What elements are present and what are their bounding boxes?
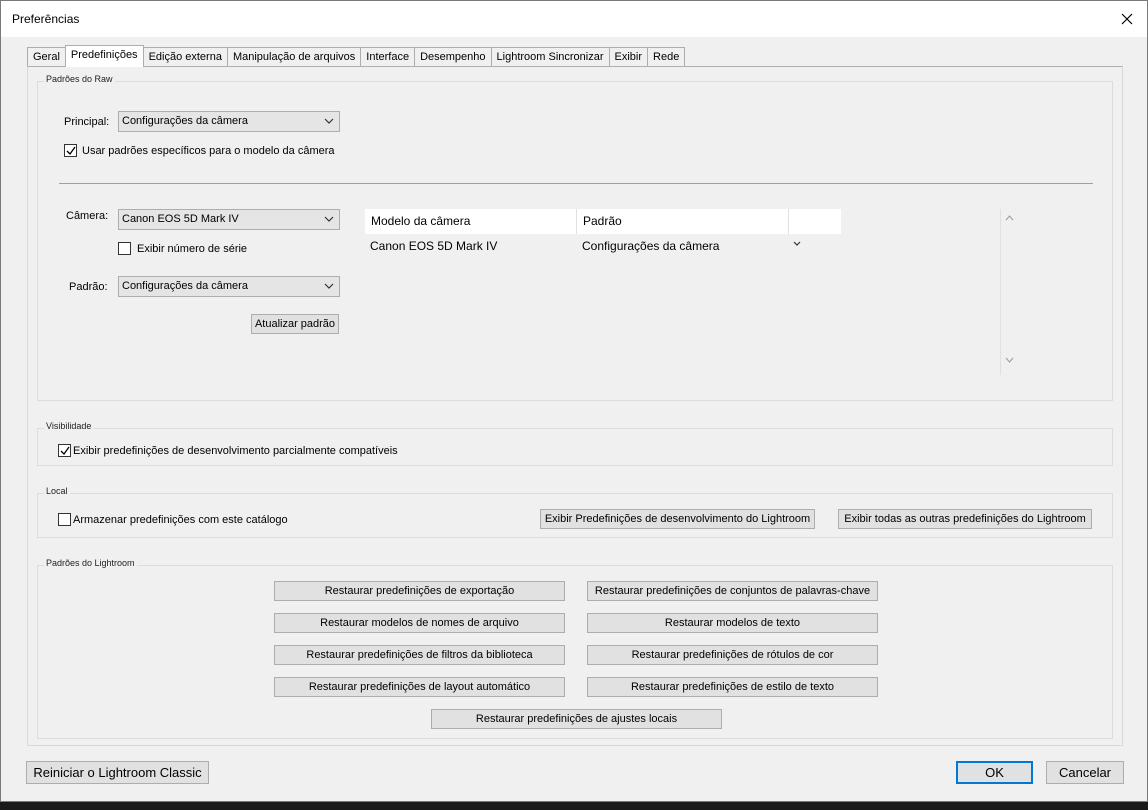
column-header-default[interactable]: Padrão [577, 209, 789, 234]
checkmark-icon [66, 146, 76, 156]
restart-lightroom-button[interactable]: Reiniciar o Lightroom Classic [26, 761, 209, 784]
tab-panel: Padrões do Raw Principal: Configurações … [27, 66, 1123, 746]
tab-edicao-externa[interactable]: Edição externa [143, 47, 227, 67]
scroll-up-icon[interactable] [1005, 215, 1014, 221]
restore-export-presets-button[interactable]: Restaurar predefinições de exportação [274, 581, 565, 601]
show-serial-checkbox[interactable] [118, 242, 131, 255]
table-scrollbar-track[interactable] [1000, 209, 1001, 375]
chevron-down-icon [324, 118, 334, 124]
restore-local-adjustments-button[interactable]: Restaurar predefinições de ajustes locai… [431, 709, 722, 729]
visibility-title: Visibilidade [44, 421, 94, 431]
chevron-down-icon[interactable] [793, 241, 801, 246]
camera-select-value: Canon EOS 5D Mark IV [122, 213, 239, 225]
restore-library-filters-button[interactable]: Restaurar predefinições de filtros da bi… [274, 645, 565, 665]
camera-specific-label: Usar padrões específicos para o modelo d… [82, 145, 335, 157]
tab-predefinicoes[interactable]: Predefinições [64, 45, 144, 67]
table-header: Modelo da câmera Padrão [365, 209, 841, 234]
lightroom-defaults-title: Padrões do Lightroom [44, 558, 137, 568]
raw-defaults-group: Padrões do Raw Principal: Configurações … [37, 74, 1113, 401]
chevron-down-icon [324, 283, 334, 289]
column-header-model[interactable]: Modelo da câmera [365, 209, 577, 234]
store-with-catalog-checkbox[interactable] [58, 513, 71, 526]
tab-desempenho[interactable]: Desempenho [414, 47, 491, 67]
raw-defaults-title: Padrões do Raw [44, 74, 115, 84]
local-title: Local [44, 486, 70, 496]
title-bar[interactable]: Preferências [1, 1, 1147, 37]
background-app-strip [0, 802, 1148, 810]
tab-exibir[interactable]: Exibir [608, 47, 648, 67]
ok-button[interactable]: OK [956, 761, 1033, 784]
scroll-down-icon[interactable] [1005, 357, 1014, 363]
padrao-select[interactable]: Configurações da câmera [118, 276, 340, 297]
show-serial-label: Exibir número de série [137, 243, 248, 255]
cancel-button[interactable]: Cancelar [1046, 761, 1124, 784]
close-icon [1121, 13, 1133, 25]
partial-presets-checkbox[interactable] [58, 444, 71, 457]
tab-interface[interactable]: Interface [360, 47, 415, 67]
camera-defaults-table: Modelo da câmera Padrão Canon EOS 5D Mar… [365, 209, 841, 258]
principal-select[interactable]: Configurações da câmera [118, 111, 340, 132]
principal-label: Principal: [64, 116, 110, 128]
show-other-presets-button[interactable]: Exibir todas as outras predefinições do … [838, 509, 1092, 529]
local-group: Local Armazenar predefinições com este c… [37, 486, 1113, 538]
restore-text-style-button[interactable]: Restaurar predefinições de estilo de tex… [587, 677, 878, 697]
row-default-value[interactable]: Configurações da câmera [582, 234, 719, 258]
restore-keyword-sets-button[interactable]: Restaurar predefinições de conjuntos de … [587, 581, 878, 601]
row-camera-model: Canon EOS 5D Mark IV [370, 239, 498, 253]
tab-rede[interactable]: Rede [647, 47, 686, 67]
chevron-down-icon [324, 216, 334, 222]
padrao-select-value: Configurações da câmera [122, 280, 248, 292]
checkmark-icon [60, 446, 70, 456]
close-button[interactable] [1107, 1, 1147, 37]
partial-presets-label: Exibir predefinições de desenvolvimento … [73, 445, 398, 457]
table-row[interactable]: Canon EOS 5D Mark IV Configurações da câ… [365, 234, 841, 258]
padrao-label: Padrão: [69, 281, 108, 293]
restore-color-labels-button[interactable]: Restaurar predefinições de rótulos de co… [587, 645, 878, 665]
store-with-catalog-label: Armazenar predefinições com este catálog… [73, 514, 288, 526]
restore-auto-layout-button[interactable]: Restaurar predefinições de layout automá… [274, 677, 565, 697]
tab-geral[interactable]: Geral [27, 47, 65, 67]
principal-select-value: Configurações da câmera [122, 115, 248, 127]
tab-lightroom-sincronizar[interactable]: Lightroom Sincronizar [490, 47, 609, 67]
tab-bar: Geral Predefinições Edição externa Manip… [27, 45, 686, 67]
restore-text-templates-button[interactable]: Restaurar modelos de texto [587, 613, 878, 633]
visibility-group: Visibilidade Exibir predefinições de des… [37, 421, 1113, 466]
lightroom-defaults-group: Padrões do Lightroom Restaurar predefini… [37, 558, 1113, 739]
tab-manipulacao-de-arquivos[interactable]: Manipulação de arquivos [226, 47, 361, 67]
camera-select[interactable]: Canon EOS 5D Mark IV [118, 209, 340, 230]
camera-label: Câmera: [66, 210, 109, 222]
camera-specific-checkbox[interactable] [64, 144, 77, 157]
show-develop-presets-button[interactable]: Exibir Predefinições de desenvolvimento … [540, 509, 815, 529]
update-default-button[interactable]: Atualizar padrão [251, 314, 339, 334]
restore-filename-templates-button[interactable]: Restaurar modelos de nomes de arquivo [274, 613, 565, 633]
preferences-dialog: Preferências Geral Predefinições Edição … [0, 0, 1148, 802]
dialog-title: Preferências [12, 12, 80, 26]
raw-divider [59, 183, 1093, 184]
